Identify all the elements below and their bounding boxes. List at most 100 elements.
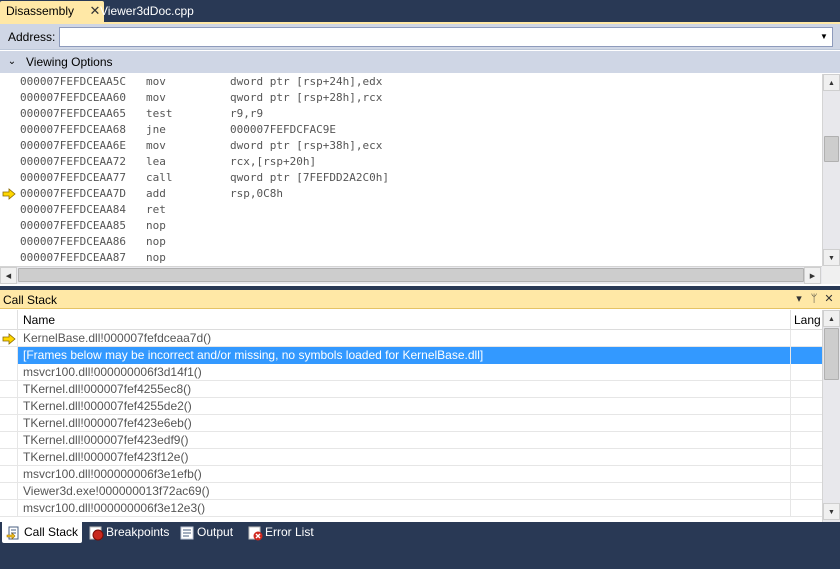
instruction-mnemonic: mov [146, 91, 166, 104]
chevron-down-icon[interactable]: ▼ [816, 28, 832, 46]
call-stack-row[interactable]: TKernel.dll!000007fef423f12e() [0, 449, 822, 466]
column-header-name[interactable]: Name [17, 310, 791, 330]
frame-language [791, 449, 822, 466]
disassembly-line[interactable]: 000007FEFDCEAA72 lea rcx,[rsp+20h] [0, 154, 822, 170]
scroll-left-button[interactable]: ◀ [0, 267, 17, 284]
instruction-operands: 000007FEFDCFAC9E [230, 123, 336, 136]
call-stack-icon [6, 526, 19, 540]
scroll-down-button[interactable]: ▼ [823, 249, 840, 266]
scroll-corner [822, 266, 840, 284]
tab-viewer3ddoc-cpp[interactable]: Viewer3dDoc.cpp [94, 1, 214, 22]
disassembly-line[interactable]: 000007FEFDCEAA65 test r9,r9 [0, 106, 822, 122]
call-stack-vertical-scrollbar[interactable]: ▲ ▼ [822, 310, 840, 522]
viewing-options-header[interactable]: ⌄ Viewing Options [0, 51, 840, 73]
address-input[interactable] [60, 28, 815, 46]
scroll-up-button[interactable]: ▲ [823, 74, 840, 91]
instruction-operands: rcx,[rsp+20h] [230, 155, 317, 168]
disassembly-line[interactable]: 000007FEFDCEAA86 nop [0, 234, 822, 250]
call-stack-row[interactable]: TKernel.dll!000007fef423e6eb() [0, 415, 822, 432]
tab-breakpoints-label: Breakpoints [106, 525, 170, 539]
tab-error-list-label: Error List [265, 525, 314, 539]
disassembly-line[interactable]: 000007FEFDCEAA6E mov dword ptr [rsp+38h],e… [0, 138, 822, 154]
address-combo[interactable]: ▼ [59, 27, 833, 47]
disassembly-line[interactable]: 000007FEFDCEAA84 ret [0, 202, 822, 218]
call-stack-row[interactable]: TKernel.dll!000007fef4255de2() [0, 398, 822, 415]
frame-name: msvcr100.dll!000000006f3d14f1() [17, 364, 791, 381]
tab-disassembly-label: Disassembly [6, 4, 75, 18]
frame-name: TKernel.dll!000007fef423f12e() [17, 449, 791, 466]
frame-name: TKernel.dll!000007fef4255de2() [17, 398, 791, 415]
tab-disassembly[interactable]: Disassembly ✕ [0, 1, 104, 22]
close-icon[interactable]: ✕ [822, 291, 836, 307]
frame-language [791, 347, 822, 364]
scroll-right-button[interactable]: ▶ [804, 267, 821, 284]
expand-chevron-icon[interactable]: ⌄ [4, 54, 20, 70]
tab-call-stack[interactable]: Call Stack [2, 522, 82, 543]
call-stack-row[interactable]: msvcr100.dll!000000006f3e12e3() [0, 500, 822, 517]
row-gutter [0, 381, 17, 398]
instruction-operands: qword ptr [7FEFDD2A2C0h] [230, 171, 389, 184]
document-tab-strip: Disassembly ✕ Viewer3dDoc.cpp [0, 0, 840, 22]
frame-name: Viewer3d.exe!000000013f72ac69() [17, 483, 791, 500]
disassembly-line[interactable]: 000007FEFDCEAA68 jne 000007FEFDCFAC9E [0, 122, 822, 138]
row-gutter [0, 347, 17, 364]
instruction-address: 000007FEFDCEAA7D [20, 187, 126, 200]
window-menu-dropdown-icon[interactable]: ▾ [792, 291, 806, 307]
frame-name: TKernel.dll!000007fef423e6eb() [17, 415, 791, 432]
frame-name: TKernel.dll!000007fef4255ec8() [17, 381, 791, 398]
row-gutter [0, 483, 17, 500]
disassembly-line[interactable]: 000007FEFDCEAA77 call qword ptr [7FEFDD2A2… [0, 170, 822, 186]
disassembly-code[interactable]: 000007FEFDCEAA5C mov dword ptr [rsp+24h],e… [0, 74, 822, 266]
call-stack-row[interactable]: msvcr100.dll!000000006f3e1efb() [0, 466, 822, 483]
disassembly-line[interactable]: 000007FEFDCEAA60 mov qword ptr [rsp+28h],r… [0, 90, 822, 106]
scroll-down-button[interactable]: ▼ [823, 503, 840, 520]
instruction-operands: r9,r9 [230, 107, 264, 120]
call-stack-row[interactable]: Viewer3d.exe!000000013f72ac69() [0, 483, 822, 500]
instruction-address: 000007FEFDCEAA85 [20, 219, 126, 232]
instruction-mnemonic: jne [146, 123, 166, 136]
scroll-thumb[interactable] [824, 328, 839, 380]
call-stack-window: Call Stack ▾ ᛘ ✕ Name Lang KernelBase.dl… [0, 290, 840, 522]
tab-error-list[interactable]: Error List [243, 522, 314, 543]
disassembly-vertical-scrollbar[interactable]: ▲ ▼ [822, 74, 840, 266]
pin-icon[interactable]: ᛘ [807, 291, 821, 307]
instruction-address: 000007FEFDCEAA5C [20, 75, 126, 88]
disassembly-window: Address: ▼ ⌄ Viewing Options 000007FEFDC… [0, 22, 840, 286]
frame-language [791, 483, 822, 500]
call-stack-row[interactable]: KernelBase.dll!000007fefdceaa7d() [0, 330, 822, 347]
call-stack-row[interactable]: TKernel.dll!000007fef4255ec8() [0, 381, 822, 398]
scroll-thumb[interactable] [824, 136, 839, 162]
instruction-address: 000007FEFDCEAA72 [20, 155, 126, 168]
call-stack-row[interactable]: msvcr100.dll!000000006f3d14f1() [0, 364, 822, 381]
tab-output[interactable]: Output [175, 522, 233, 543]
frame-language [791, 364, 822, 381]
disassembly-horizontal-scrollbar[interactable]: ◀ ▶ [0, 266, 822, 284]
disassembly-line[interactable]: 000007FEFDCEAA87 nop [0, 250, 822, 266]
frame-name: TKernel.dll!000007fef423edf9() [17, 432, 791, 449]
instruction-operands: rsp,0C8h [230, 187, 283, 200]
output-icon [180, 526, 194, 540]
disassembly-line[interactable]: 000007FEFDCEAA7D add rsp,0C8h [0, 186, 822, 202]
horizontal-scroll-thumb[interactable] [18, 268, 804, 282]
tab-breakpoints[interactable]: Breakpoints [84, 522, 169, 543]
row-gutter [0, 432, 17, 449]
call-stack-row[interactable]: [Frames below may be incorrect and/or mi… [0, 347, 822, 364]
column-header-language[interactable]: Lang [791, 310, 822, 330]
call-stack-row[interactable]: TKernel.dll!000007fef423edf9() [0, 432, 822, 449]
frame-language [791, 432, 822, 449]
instruction-address: 000007FEFDCEAA84 [20, 203, 126, 216]
instruction-mnemonic: nop [146, 235, 166, 248]
instruction-mnemonic: mov [146, 75, 166, 88]
disassembly-line[interactable]: 000007FEFDCEAA5C mov dword ptr [rsp+24h],e… [0, 74, 822, 90]
breakpoints-icon [89, 526, 104, 541]
frame-name: KernelBase.dll!000007fefdceaa7d() [17, 330, 791, 347]
scroll-up-button[interactable]: ▲ [823, 310, 840, 327]
viewing-options-label: Viewing Options [26, 55, 113, 69]
tab-output-label: Output [197, 525, 234, 539]
instruction-mnemonic: lea [146, 155, 166, 168]
call-stack-column-header: Name Lang [0, 310, 822, 330]
instruction-address: 000007FEFDCEAA87 [20, 251, 126, 264]
address-label: Address: [8, 30, 56, 44]
disassembly-line[interactable]: 000007FEFDCEAA85 nop [0, 218, 822, 234]
instruction-address: 000007FEFDCEAA60 [20, 91, 126, 104]
